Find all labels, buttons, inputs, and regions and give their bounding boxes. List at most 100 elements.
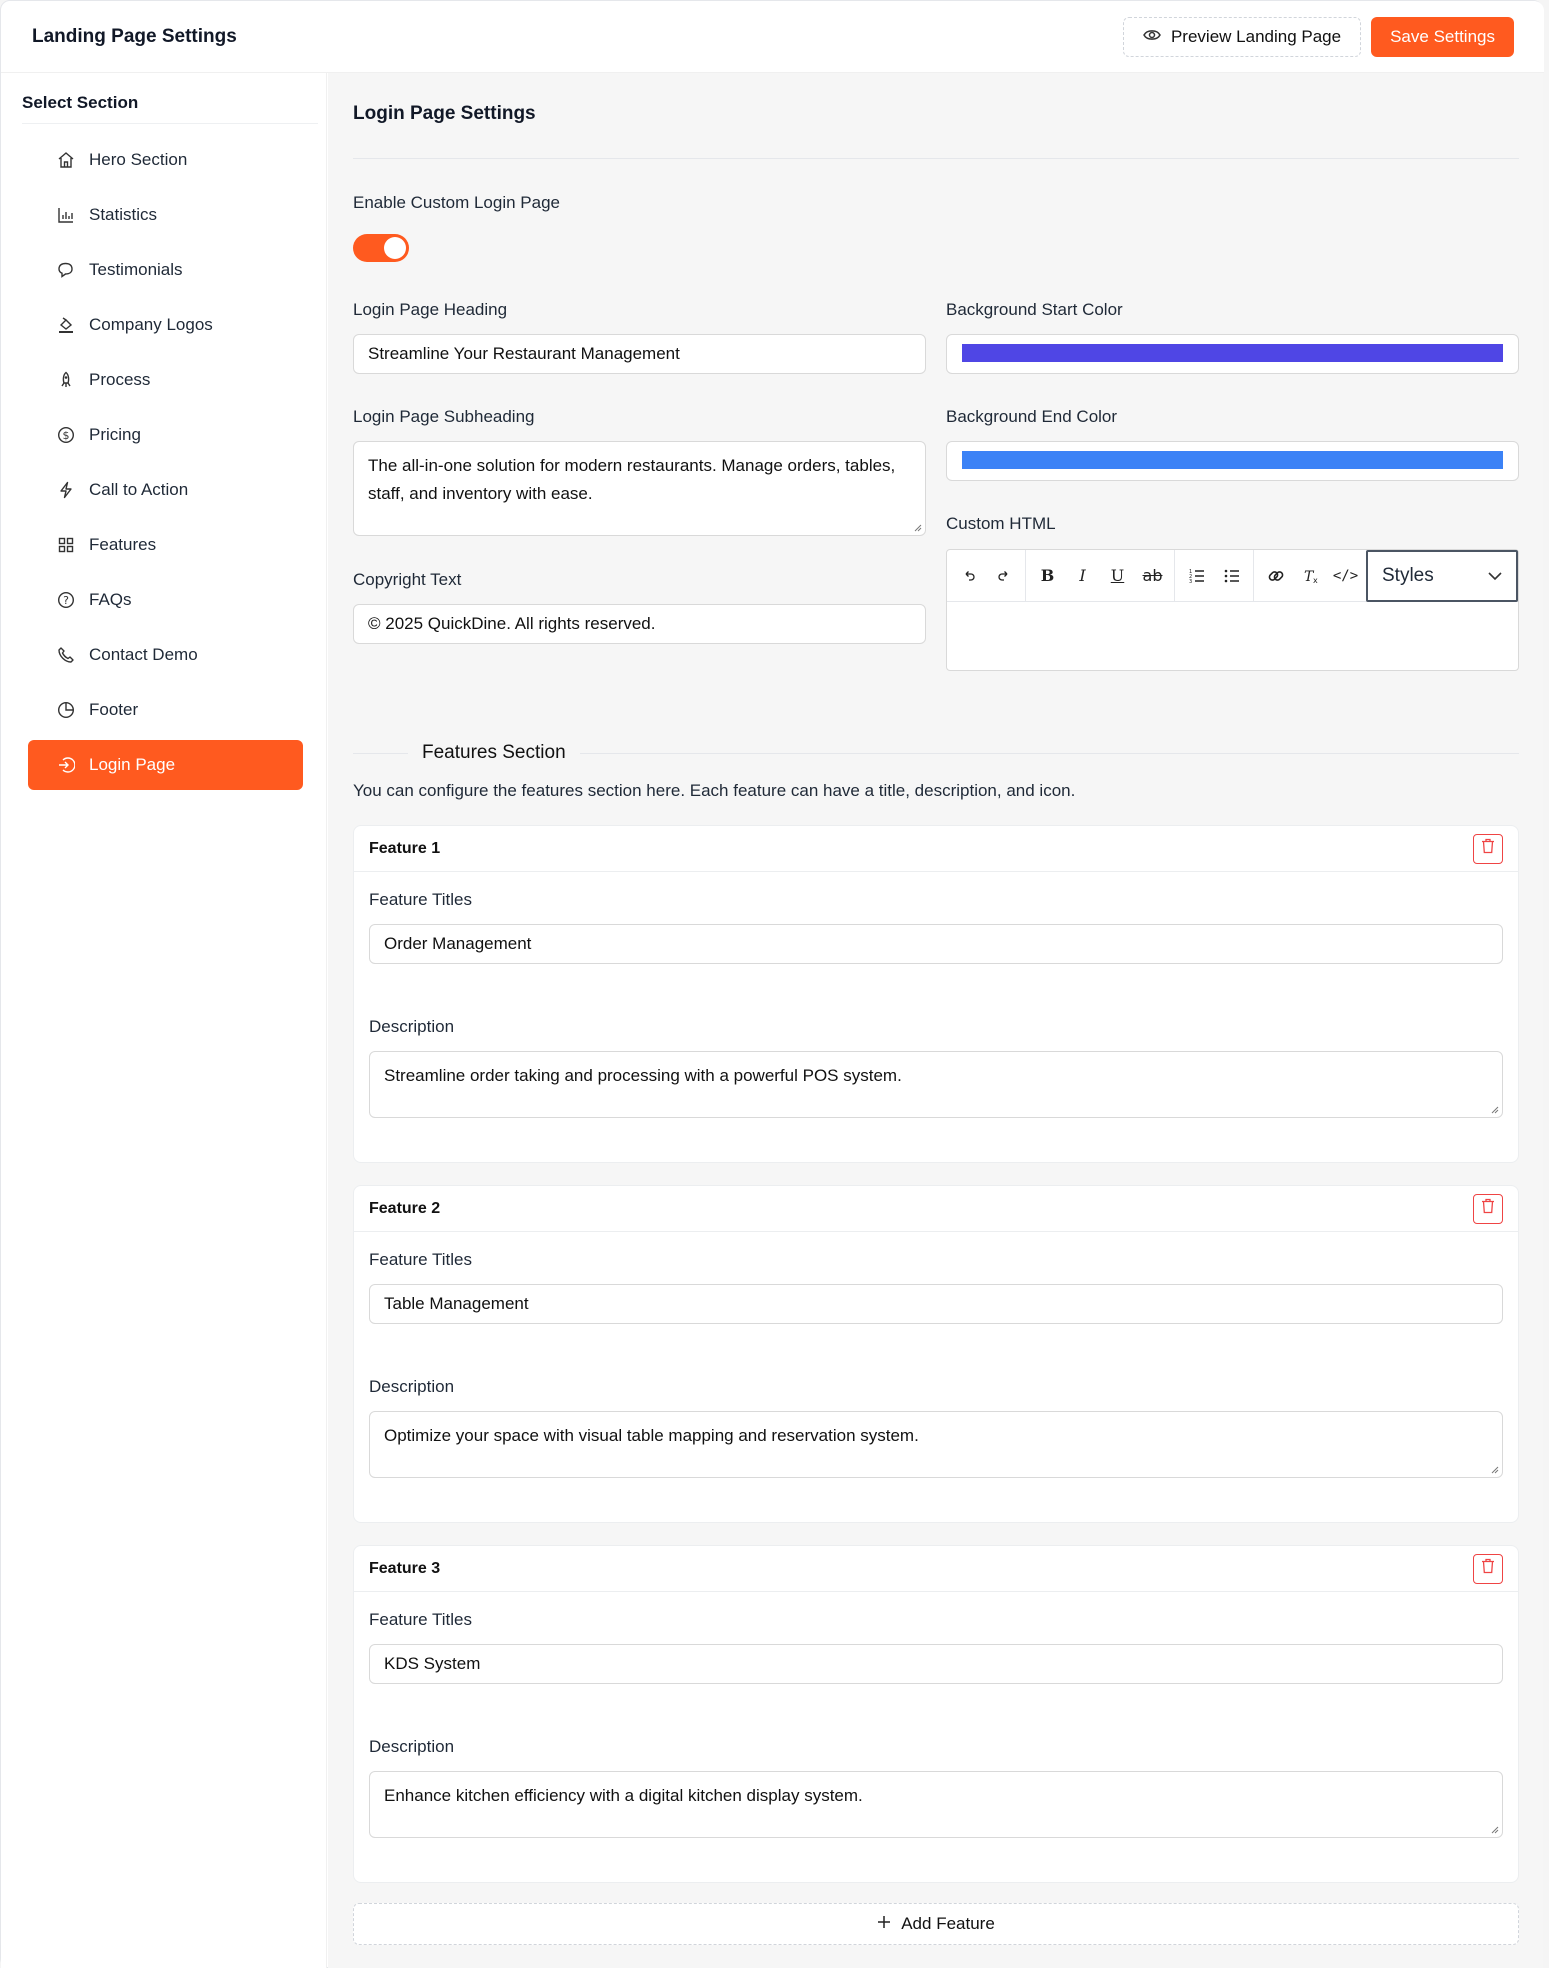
custom-html-editor: B I U ab 123 T x </> Styles [946, 549, 1519, 671]
phone-icon [57, 646, 75, 664]
editor-toolbar: B I U ab 123 T x </> Styles [947, 550, 1518, 602]
styles-dropdown[interactable]: Styles [1366, 550, 1518, 602]
chevron-down-icon [1488, 565, 1502, 587]
italic-icon[interactable]: I [1065, 550, 1100, 601]
features-section-divider: Features Section [353, 741, 1519, 765]
copyright-label: Copyright Text [353, 570, 462, 589]
bg-end-color-label: Background End Color [946, 407, 1118, 426]
home-icon [57, 151, 75, 169]
bg-end-color-picker[interactable] [946, 441, 1519, 481]
trash-icon [1481, 838, 1495, 859]
sidebar-title: Select Section [22, 93, 318, 124]
sidebar-item-label: Statistics [89, 205, 158, 224]
sidebar-nav: Hero Section Statistics Testimonials Com… [28, 135, 303, 795]
login-subheading-textarea[interactable]: The all-in-one solution for modern resta… [353, 441, 926, 536]
svg-text:x: x [1313, 576, 1318, 585]
feature-description-textarea[interactable]: Streamline order taking and processing w… [369, 1051, 1503, 1118]
chat-bubbles-icon [57, 261, 75, 279]
page-title: Login Page Settings [353, 103, 536, 124]
redo-icon[interactable] [986, 550, 1021, 601]
sidebar-item-statistics[interactable]: Statistics [28, 190, 303, 240]
feature-description-text: Optimize your space with visual table ma… [384, 1426, 919, 1445]
divider-line-left [353, 752, 408, 754]
sidebar-item-features[interactable]: Features [28, 520, 303, 570]
enable-custom-login-label: Enable Custom Login Page [353, 193, 560, 212]
sidebar-item-footer[interactable]: Footer [28, 685, 303, 735]
feature-card-header: Feature 1 [354, 826, 1518, 872]
lightning-icon [57, 481, 75, 499]
sidebar-item-login-page[interactable]: Login Page [28, 740, 303, 790]
sidebar-item-label: Footer [89, 700, 139, 719]
login-heading-label: Login Page Heading [353, 300, 508, 319]
delete-feature-button[interactable] [1473, 1553, 1503, 1584]
eye-icon [1143, 27, 1161, 47]
resize-handle-icon[interactable] [913, 523, 922, 532]
preview-landing-page-button[interactable]: Preview Landing Page [1122, 16, 1362, 57]
app-title: Landing Page Settings [32, 25, 237, 47]
feature-title-input[interactable]: Table Management [369, 1284, 1503, 1324]
feature-description-textarea[interactable]: Optimize your space with visual table ma… [369, 1411, 1503, 1478]
delete-feature-button[interactable] [1473, 833, 1503, 864]
copyright-input[interactable]: © 2025 QuickDine. All rights reserved. [353, 604, 926, 644]
svg-text:3: 3 [1189, 579, 1192, 585]
toggle-knob [384, 237, 406, 259]
custom-html-content-area[interactable] [947, 602, 1518, 670]
svg-text:$: $ [63, 429, 70, 442]
grid-icon [57, 536, 75, 554]
sidebar-item-pricing[interactable]: $ Pricing [28, 410, 303, 460]
sidebar-item-process[interactable]: Process [28, 355, 303, 405]
underline-icon[interactable]: U [1100, 550, 1135, 601]
header-actions: Preview Landing Page Save Settings [1122, 16, 1514, 57]
custom-html-label: Custom HTML [946, 514, 1056, 533]
sidebar-item-label: Company Logos [89, 315, 213, 334]
enable-custom-login-toggle[interactable] [353, 234, 409, 262]
styles-label: Styles [1382, 565, 1434, 586]
bg-start-color-picker[interactable] [946, 334, 1519, 374]
numbered-list-icon[interactable]: 123 [1179, 550, 1214, 601]
resize-handle-icon[interactable] [1490, 1465, 1499, 1474]
preview-label: Preview Landing Page [1170, 26, 1342, 46]
save-settings-button[interactable]: Save Settings [1371, 16, 1514, 57]
bold-icon[interactable]: B [1030, 550, 1065, 601]
delete-feature-button[interactable] [1473, 1193, 1503, 1224]
undo-icon[interactable] [951, 550, 986, 601]
insert-group: Tx </> [1254, 550, 1367, 601]
sidebar-item-hero-section[interactable]: Hero Section [28, 135, 303, 185]
sidebar-item-call-to-action[interactable]: Call to Action [28, 465, 303, 515]
trash-icon [1481, 1198, 1495, 1219]
sidebar-item-label: Contact Demo [89, 645, 198, 664]
strikethrough-icon[interactable]: ab [1135, 550, 1170, 601]
heading-divider [353, 158, 1519, 159]
sidebar-item-company-logos[interactable]: Company Logos [28, 300, 303, 350]
feature-description-label: Description [369, 1737, 455, 1756]
plus-icon [877, 1914, 891, 1934]
feature-description-text: Streamline order taking and processing w… [384, 1066, 902, 1085]
divider-line-right [579, 752, 1519, 754]
sidebar-item-faqs[interactable]: ? FAQs [28, 575, 303, 625]
clear-format-icon[interactable]: Tx [1293, 550, 1328, 601]
feature-description-textarea[interactable]: Enhance kitchen efficiency with a digita… [369, 1771, 1503, 1838]
list-group: 123 [1175, 550, 1254, 601]
sidebar-item-label: Features [89, 535, 157, 554]
sidebar-item-label: Hero Section [89, 150, 188, 169]
add-feature-button[interactable]: Add Feature [353, 1903, 1519, 1945]
code-view-icon[interactable]: </> [1328, 550, 1363, 601]
bar-chart-icon [57, 206, 75, 224]
feature-card-1: Feature 1 Feature Titles Order Managemen… [353, 825, 1519, 1163]
sidebar-item-testimonials[interactable]: Testimonials [28, 245, 303, 295]
subheading-text: The all-in-one solution for modern resta… [368, 456, 896, 503]
feature-title-input[interactable]: KDS System [369, 1644, 1503, 1684]
bullet-list-icon[interactable] [1214, 550, 1249, 601]
login-heading-input[interactable]: Streamline Your Restaurant Management [353, 334, 926, 374]
resize-handle-icon[interactable] [1490, 1825, 1499, 1834]
app-window: Landing Page Settings Preview Landing Pa… [0, 0, 1544, 1968]
feature-title-label: Feature Titles [369, 890, 472, 909]
format-group: B I U ab [1026, 550, 1175, 601]
feature-title-input[interactable]: Order Management [369, 924, 1503, 964]
resize-handle-icon[interactable] [1490, 1105, 1499, 1114]
link-icon[interactable] [1258, 550, 1293, 601]
sidebar-item-contact-demo[interactable]: Contact Demo [28, 630, 303, 680]
main-content: Login Page Settings Enable Custom Login … [328, 73, 1543, 1968]
bg-start-color-label: Background Start Color [946, 300, 1123, 319]
feature-title-label: Feature Titles [369, 1250, 472, 1269]
